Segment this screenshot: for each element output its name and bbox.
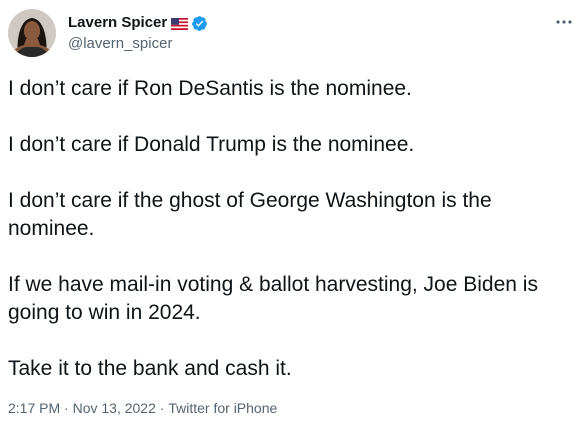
tweet-date[interactable]: Nov 13, 2022 xyxy=(73,398,156,418)
tweet-meta: 2:17 PM · Nov 13, 2022 · Twitter for iPh… xyxy=(8,398,277,418)
tweet-time[interactable]: 2:17 PM xyxy=(8,398,60,418)
author-avatar[interactable] xyxy=(8,9,56,57)
tweet-card: Lavern Spicer @lavern_spicer I don’t car… xyxy=(0,0,582,429)
avatar-image xyxy=(8,9,56,57)
author-name-row: Lavern Spicer xyxy=(68,13,208,33)
tweet-text: I don’t care if Ron DeSantis is the nomi… xyxy=(8,77,538,380)
author-handle[interactable]: @lavern_spicer xyxy=(68,35,172,53)
verified-badge-icon xyxy=(191,15,208,32)
meta-separator: · xyxy=(60,400,73,416)
author-name[interactable]: Lavern Spicer xyxy=(68,13,167,33)
tweet-source[interactable]: Twitter for iPhone xyxy=(168,398,277,418)
more-options-icon[interactable] xyxy=(554,12,574,32)
meta-separator: · xyxy=(155,400,169,416)
us-flag-icon xyxy=(171,17,189,30)
